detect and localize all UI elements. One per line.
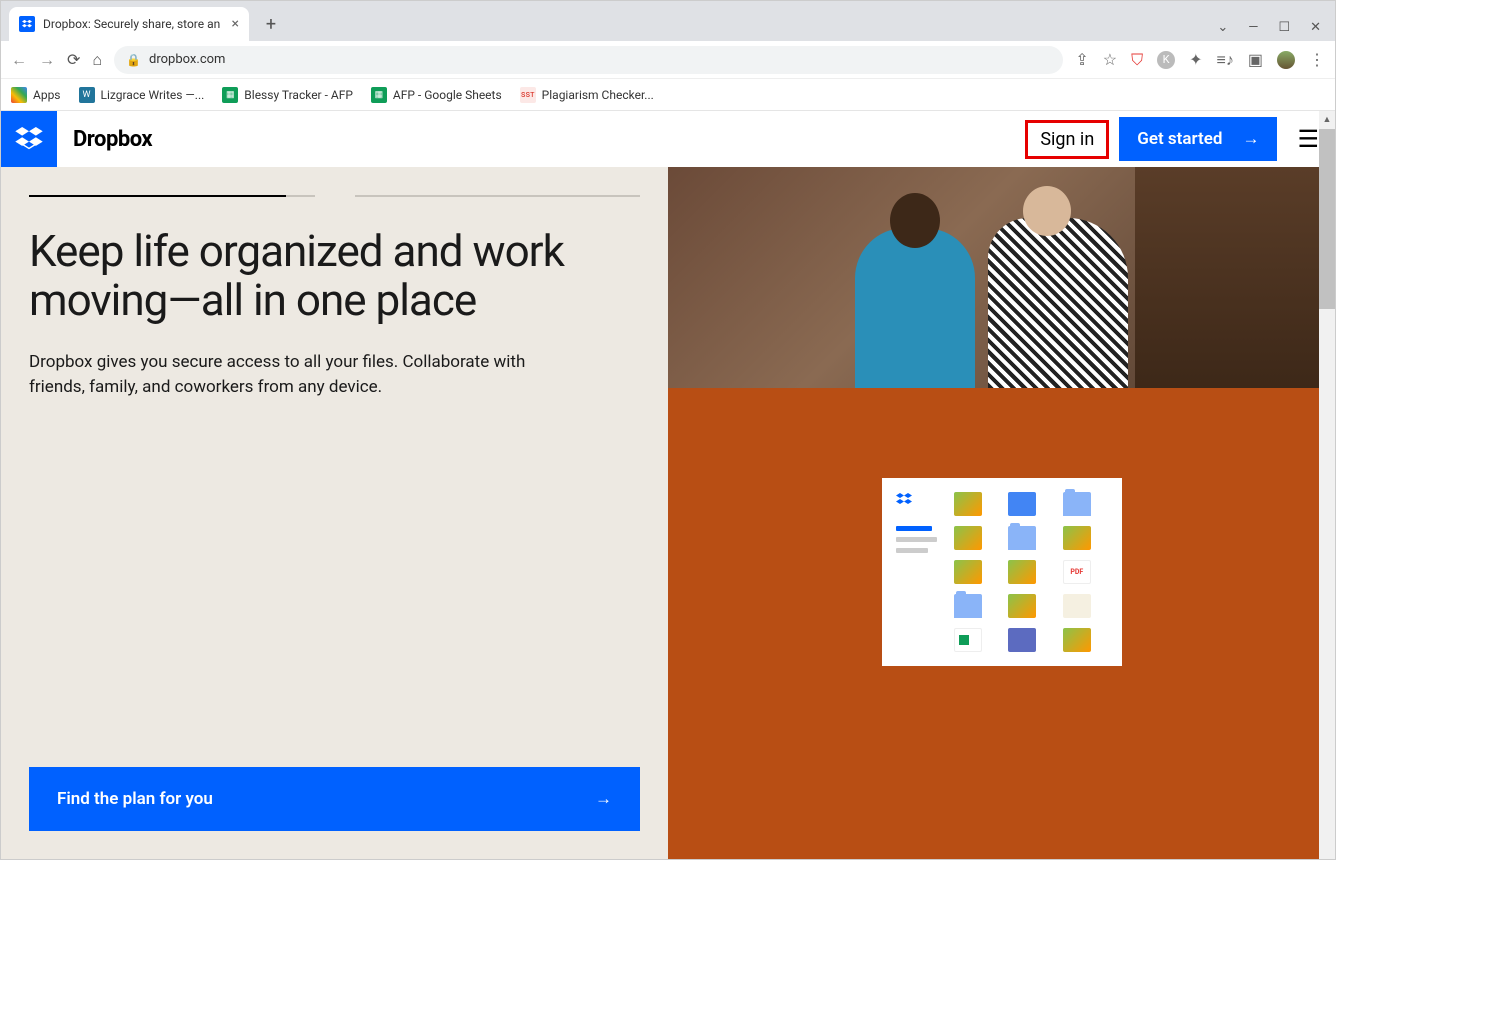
file-thumb-folder <box>954 594 982 618</box>
tab-title: Dropbox: Securely share, store an <box>43 17 224 31</box>
apps-grid-icon <box>11 87 27 103</box>
bookmarks-bar: Apps W Lizgrace Writes —... ▦ Blessy Tra… <box>1 79 1335 111</box>
bookmark-lizgrace[interactable]: W Lizgrace Writes —... <box>79 87 205 103</box>
arrow-right-icon: → <box>1242 129 1259 149</box>
window-controls: ⌄ — ☐ ✕ <box>1217 20 1335 41</box>
maximize-icon[interactable]: ☐ <box>1278 20 1290 35</box>
file-thumb-image <box>954 492 982 516</box>
file-thumb-paper <box>1063 594 1091 618</box>
minimize-icon[interactable]: — <box>1248 20 1258 35</box>
sidebar-line <box>896 526 933 531</box>
sheets-icon: ▦ <box>371 87 387 103</box>
close-window-icon[interactable]: ✕ <box>1310 20 1321 35</box>
lock-icon: 🔒 <box>126 53 141 67</box>
sidebar-line <box>896 548 928 553</box>
progress-segment-2 <box>355 195 641 197</box>
site-header: Dropbox Sign in Get started → ☰ <box>1 111 1335 167</box>
file-thumb-pdf: PDF <box>1063 560 1091 584</box>
arrow-right-icon: → <box>595 789 612 809</box>
sidebar-line <box>896 537 937 542</box>
signin-button[interactable]: Sign in <box>1025 120 1109 159</box>
progress-segment-1 <box>29 195 315 197</box>
chevron-down-icon[interactable]: ⌄ <box>1217 20 1228 35</box>
get-started-button[interactable]: Get started → <box>1119 117 1277 161</box>
new-tab-button[interactable]: + <box>257 10 285 38</box>
file-thumb-image <box>1063 628 1091 652</box>
hero: Keep life organized and work moving—all … <box>1 167 1335 859</box>
hero-progress <box>29 195 640 197</box>
hero-subtitle: Dropbox gives you secure access to all y… <box>29 350 569 401</box>
file-thumb-image <box>1008 594 1036 618</box>
avatar-icon[interactable] <box>1277 51 1295 69</box>
file-thumb-image <box>1008 560 1036 584</box>
file-thumb-folder <box>1008 526 1036 550</box>
hero-right: PDF <box>668 167 1335 859</box>
reload-icon[interactable]: ⟳ <box>67 50 80 69</box>
page-viewport: Dropbox Sign in Get started → ☰ Keep lif… <box>1 111 1335 859</box>
person-graphic-1 <box>855 228 975 388</box>
bookmark-apps[interactable]: Apps <box>11 87 61 103</box>
vertical-scrollbar[interactable]: ▲ <box>1319 111 1335 859</box>
bookshelf-graphic <box>1135 167 1335 388</box>
find-plan-button[interactable]: Find the plan for you → <box>29 767 640 831</box>
file-thumb-image <box>954 526 982 550</box>
dropbox-favicon <box>19 16 35 32</box>
brand-name: Dropbox <box>73 127 152 152</box>
profile-k-icon[interactable]: K <box>1157 51 1175 69</box>
home-icon[interactable]: ⌂ <box>92 50 102 70</box>
file-thumb-folder <box>1063 492 1091 516</box>
bookmark-blessy[interactable]: ▦ Blessy Tracker - AFP <box>222 87 353 103</box>
scroll-up-icon[interactable]: ▲ <box>1319 111 1335 127</box>
hamburger-menu-icon[interactable]: ☰ <box>1297 125 1319 153</box>
hero-title: Keep life organized and work moving—all … <box>29 227 640 326</box>
sheets-icon: ▦ <box>222 87 238 103</box>
forward-icon: → <box>39 50 55 70</box>
extensions-icon[interactable]: ✦ <box>1189 50 1202 69</box>
dropbox-logo[interactable] <box>1 111 57 167</box>
wordpress-icon: W <box>79 87 95 103</box>
bookmark-star-icon[interactable]: ☆ <box>1103 50 1117 69</box>
file-thumb-doc <box>1008 492 1036 516</box>
file-thumb-xls <box>954 628 982 652</box>
url-text: dropbox.com <box>149 52 225 67</box>
file-panel-graphic: PDF <box>882 478 1122 666</box>
file-thumb-note <box>1008 628 1036 652</box>
browser-tab-strip: Dropbox: Securely share, store an × + ⌄ … <box>1 1 1335 41</box>
file-thumb-image <box>954 560 982 584</box>
tab-close-icon[interactable]: × <box>232 16 239 32</box>
scroll-thumb[interactable] <box>1319 129 1335 309</box>
file-thumb-image <box>1063 526 1091 550</box>
bookmark-plagiarism[interactable]: ssт Plagiarism Checker... <box>520 87 654 103</box>
bookmark-afp[interactable]: ▦ AFP - Google Sheets <box>371 87 502 103</box>
browser-tab[interactable]: Dropbox: Securely share, store an × <box>9 7 249 41</box>
back-icon[interactable]: ← <box>11 50 27 70</box>
address-bar: ← → ⟳ ⌂ 🔒 dropbox.com ⇪ ☆ ⛉ K ✦ ≡♪ ▣ ⋮ <box>1 41 1335 79</box>
dropbox-mini-logo-icon <box>896 492 912 506</box>
reading-list-icon[interactable]: ≡♪ <box>1217 50 1234 70</box>
shield-icon[interactable]: ⛉ <box>1131 50 1143 70</box>
share-icon[interactable]: ⇪ <box>1075 50 1088 69</box>
url-field[interactable]: 🔒 dropbox.com <box>114 46 1063 74</box>
hero-photo <box>668 167 1335 388</box>
sst-icon: ssт <box>520 87 536 103</box>
side-panel-icon[interactable]: ▣ <box>1248 50 1263 69</box>
menu-dots-icon[interactable]: ⋮ <box>1309 50 1325 69</box>
hero-left: Keep life organized and work moving—all … <box>1 167 668 859</box>
person-graphic-2 <box>988 218 1128 388</box>
